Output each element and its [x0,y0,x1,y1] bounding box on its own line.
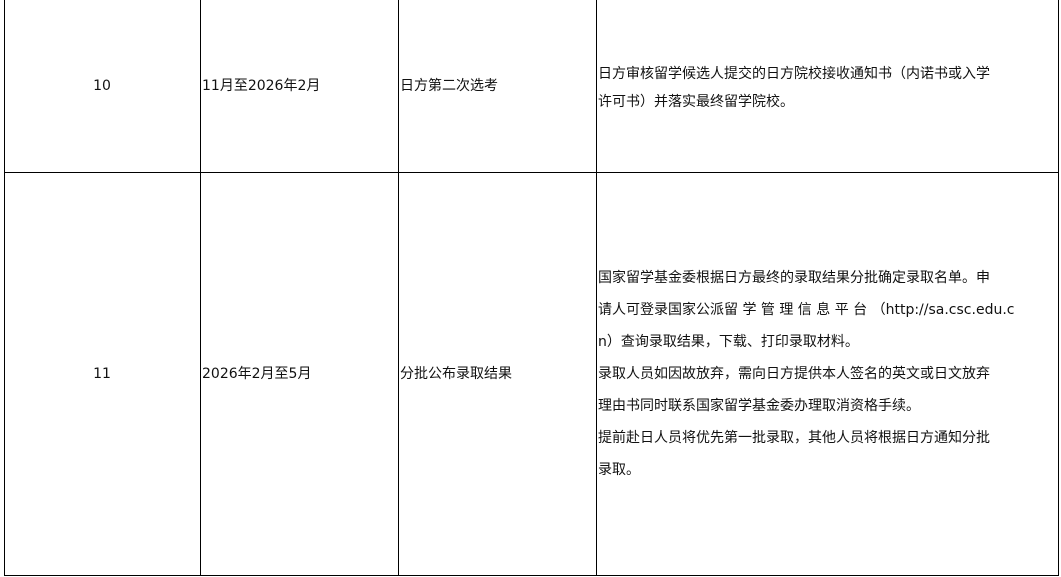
content-line: 日方审核留学候选人提交的日方院校接收通知书（内诺书或入学 [598,66,990,82]
row-number: 10 [93,78,111,94]
content-line: 理由书同时联系国家留学基金委办理取消资格手续。 [598,398,920,414]
column-divider-1 [200,0,201,575]
row-content: 国家留学基金委根据日方最终的录取结果分批确定录取名单。申 请人可登录国家公派留 … [598,262,1050,486]
content-line: 请人可登录国家公派留 学 管 理 信 息 平 台 （http://sa.csc.… [598,302,1015,318]
row-content: 日方审核留学候选人提交的日方院校接收通知书（内诺书或入学 许可书）并落实最终留学… [598,60,1050,116]
content-line: 国家留学基金委根据日方最终的录取结果分批确定录取名单。申 [598,270,990,286]
row-number: 11 [93,366,111,382]
schedule-table: 10 11月至2026年2月 日方第二次选考 日方审核留学候选人提交的日方院校接… [0,0,1061,577]
content-line: 录取人员如因故放弃，需向日方提供本人签名的英文或日文放弃 [598,366,990,382]
content-line: n）查询录取结果，下载、打印录取材料。 [598,334,859,350]
content-line: 许可书）并落实最终留学院校。 [598,94,794,110]
table-border-right [1058,0,1059,575]
content-line: 提前赴日人员将优先第一批录取，其他人员将根据日方通知分批 [598,430,990,446]
row-period: 2026年2月至5月 [202,366,312,382]
row-stage: 分批公布录取结果 [400,366,512,382]
content-line: 录取。 [598,462,640,478]
row-divider [4,172,1059,173]
table-border-bottom [4,575,1059,576]
column-divider-3 [596,0,597,575]
row-period: 11月至2026年2月 [202,78,321,94]
row-stage: 日方第二次选考 [400,78,498,94]
column-divider-2 [398,0,399,575]
